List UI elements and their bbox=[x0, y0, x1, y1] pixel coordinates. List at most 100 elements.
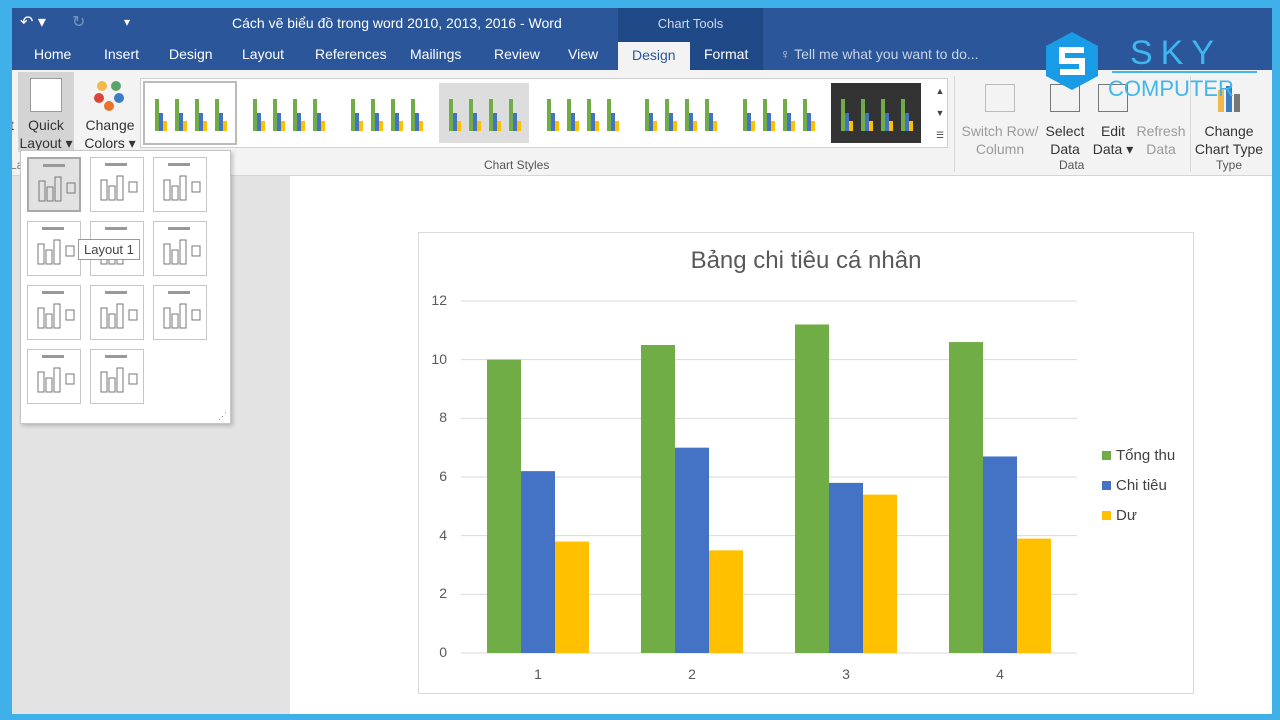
bar-1-4 bbox=[949, 342, 983, 653]
tab-view[interactable]: View bbox=[568, 46, 598, 62]
sky-computer-logo: SKY COMPUTER bbox=[1046, 32, 1257, 101]
chart-tools-label: Chart Tools bbox=[657, 16, 724, 31]
switch-icon bbox=[985, 84, 1015, 112]
svg-text:SKY: SKY bbox=[1130, 34, 1222, 72]
chart-style-3[interactable] bbox=[341, 83, 431, 143]
select-label-2: Data bbox=[1050, 141, 1080, 157]
y-tick-label: 0 bbox=[439, 644, 447, 660]
gallery-more-icon[interactable]: ☰ bbox=[932, 124, 948, 146]
chart-style-2[interactable] bbox=[243, 83, 333, 143]
tab-layout[interactable]: Layout bbox=[242, 46, 284, 62]
layout-option-2[interactable] bbox=[90, 157, 144, 212]
legend-swatch bbox=[1102, 481, 1111, 490]
scroll-up-icon[interactable]: ▲ bbox=[932, 80, 948, 102]
redo-icon[interactable]: ↻ bbox=[72, 12, 85, 32]
layout-option-11[interactable] bbox=[90, 349, 144, 404]
bar-2-1 bbox=[521, 471, 555, 653]
layout-option-9[interactable] bbox=[153, 285, 207, 340]
y-tick-label: 4 bbox=[439, 526, 447, 543]
chart-style-7[interactable] bbox=[733, 83, 823, 143]
resize-grip-icon[interactable]: ⋰ bbox=[218, 411, 227, 422]
lightbulb-icon: ♀ bbox=[780, 46, 795, 62]
tab-references[interactable]: References bbox=[315, 46, 387, 62]
layout-option-7[interactable] bbox=[27, 285, 81, 340]
bar-1-2 bbox=[641, 345, 675, 653]
svg-text:COMPUTER: COMPUTER bbox=[1108, 76, 1234, 101]
y-tick-label: 6 bbox=[439, 468, 447, 484]
bar-1-1 bbox=[487, 359, 521, 653]
x-tick-label: 3 bbox=[842, 666, 850, 682]
tab-design[interactable]: Design bbox=[169, 46, 213, 62]
customize-qat-icon[interactable]: ▾ bbox=[124, 15, 130, 29]
chart-style-1[interactable] bbox=[143, 81, 237, 145]
edit-label-2: Data ▾ bbox=[1092, 141, 1134, 157]
layout-option-1[interactable] bbox=[27, 157, 81, 212]
chart-styles-group-label: Chart Styles bbox=[484, 158, 550, 172]
plot-area bbox=[461, 300, 1077, 654]
y-tick-label: 8 bbox=[439, 409, 447, 426]
chart-style-6[interactable] bbox=[635, 83, 725, 143]
quick-layout-icon bbox=[30, 78, 62, 112]
y-tick-label: 12 bbox=[431, 292, 447, 308]
switch-row-column-button[interactable]: Switch Row/Column bbox=[960, 84, 1040, 158]
layout-tooltip: Layout 1 bbox=[78, 239, 140, 260]
legend-swatch bbox=[1102, 511, 1111, 520]
tell-me-box[interactable]: ♀ Tell me what you want to do... bbox=[780, 46, 979, 62]
change-type-label-2: Chart Type bbox=[1194, 141, 1264, 157]
window-title: Cách vẽ biểu đồ trong word 2010, 2013, 2… bbox=[232, 15, 562, 31]
legend-label: Tổng thu bbox=[1116, 447, 1176, 464]
tab-mailings[interactable]: Mailings bbox=[410, 46, 461, 62]
layout-option-8[interactable] bbox=[90, 285, 144, 340]
x-tick-label: 1 bbox=[534, 666, 542, 682]
tab-insert[interactable]: Insert bbox=[104, 46, 139, 62]
partial-button[interactable]: t bbox=[12, 116, 14, 134]
scroll-down-icon[interactable]: ▼ bbox=[932, 102, 948, 124]
legend-item[interactable]: Tổng thu bbox=[1102, 447, 1175, 464]
layout-option-4[interactable] bbox=[27, 221, 81, 276]
tab-home[interactable]: Home bbox=[34, 46, 71, 62]
palette-icon bbox=[94, 81, 124, 111]
chart[interactable]: Bảng chi tiêu cá nhân 0 2 4 6 8 10 12 1 2 3 4 Tổng … bbox=[418, 232, 1194, 694]
layout-option-6[interactable] bbox=[153, 221, 207, 276]
bar-3-4 bbox=[1017, 538, 1051, 653]
tell-me-text: Tell me what you want to do... bbox=[794, 46, 979, 62]
switch-label-2: Column bbox=[975, 141, 1025, 157]
legend-item[interactable]: Dư bbox=[1102, 507, 1137, 524]
legend-label: Dư bbox=[1116, 507, 1137, 524]
refresh-label-2: Data bbox=[1146, 141, 1176, 157]
quick-layout-dropdown: Layout 1 ⋰ bbox=[20, 150, 231, 424]
y-tick-label: 10 bbox=[431, 350, 447, 367]
quick-layout-label: Quick bbox=[28, 117, 64, 133]
chart-style-8[interactable] bbox=[831, 83, 921, 143]
undo-icon[interactable]: ↶ ▾ bbox=[20, 12, 46, 32]
layout-option-10[interactable] bbox=[27, 349, 81, 404]
legend-item[interactable]: Chi tiêu bbox=[1102, 477, 1167, 494]
change-type-label: Change bbox=[1204, 123, 1254, 139]
bar-2-4 bbox=[983, 456, 1017, 653]
bar-1-3 bbox=[795, 324, 829, 653]
tab-chart-format[interactable]: Format bbox=[704, 46, 748, 62]
word-window: ↶ ▾ ↻ ▾ Cách vẽ biểu đồ trong word 2010,… bbox=[12, 8, 1272, 714]
change-colors-button[interactable]: Change Colors ▾ bbox=[84, 72, 136, 152]
refresh-label: Refresh bbox=[1136, 123, 1186, 139]
divider bbox=[954, 76, 955, 172]
bar-3-1 bbox=[555, 541, 589, 653]
switch-label: Switch Row/ bbox=[961, 123, 1039, 139]
legend-swatch bbox=[1102, 451, 1111, 460]
chart-style-5[interactable] bbox=[537, 83, 627, 143]
layout-option-3[interactable] bbox=[153, 157, 207, 212]
quick-layout-button[interactable]: Quick Layout ▾ bbox=[18, 72, 74, 152]
tab-review[interactable]: Review bbox=[494, 46, 540, 62]
chart-style-4[interactable] bbox=[439, 83, 529, 143]
chart-styles-gallery bbox=[140, 78, 948, 148]
change-colors-label: Change bbox=[85, 117, 135, 133]
bar-2-2 bbox=[675, 447, 709, 653]
bar-2-3 bbox=[829, 482, 863, 653]
gallery-scroll[interactable]: ▲ ▼ ☰ bbox=[932, 80, 948, 146]
type-group-label: Type bbox=[1216, 158, 1243, 172]
y-tick-label: 2 bbox=[439, 585, 447, 602]
bar-3-3 bbox=[863, 494, 897, 653]
bar-3-2 bbox=[709, 550, 743, 653]
edit-label: Edit bbox=[1100, 123, 1126, 139]
tab-chart-design[interactable]: Design bbox=[618, 42, 690, 70]
